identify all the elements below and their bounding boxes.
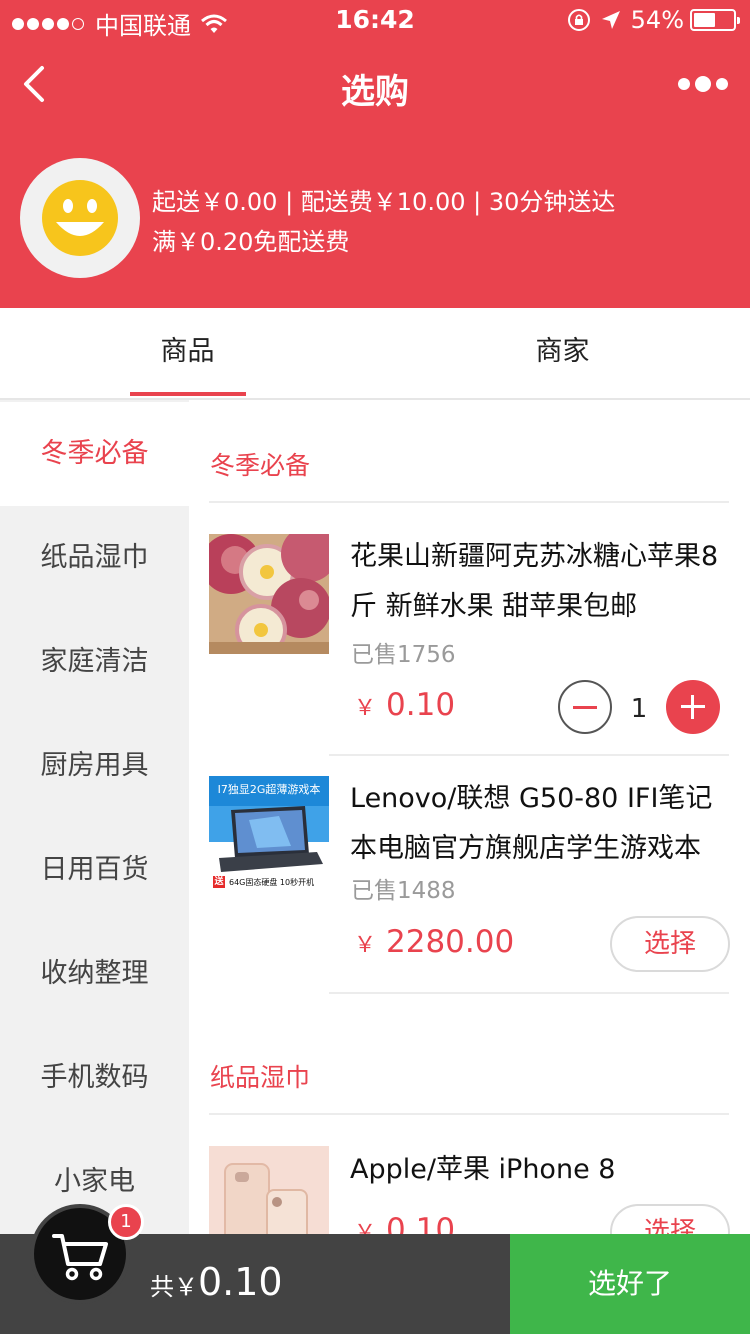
product-divider <box>329 992 729 994</box>
choose-spec-button[interactable]: 选择 <box>610 916 730 972</box>
laptop-thumb-promo: 64G固态硬盘 10秒开机 <box>229 878 315 887</box>
category-item[interactable]: 收纳整理 <box>0 922 189 1026</box>
laptop-thumb-banner: I7独显2G超薄游戏本 <box>217 783 321 796</box>
category-item[interactable]: 日用百货 <box>0 818 189 922</box>
category-item[interactable]: 手机数码 <box>0 1026 189 1130</box>
rotation-lock-icon <box>567 9 590 31</box>
location-arrow-icon <box>601 11 620 29</box>
header: 中国联通 16:42 54% 选购 起送￥0.00 | 配送费￥10.00 | … <box>0 0 750 308</box>
cart-count-badge: 1 <box>108 1204 144 1240</box>
product-image-iphone[interactable] <box>209 1146 329 1234</box>
cart-total-prefix: 共￥ <box>150 1273 198 1301</box>
shop-info-line2: 满￥0.20免配送费 <box>152 228 350 256</box>
product-list[interactable]: 冬季必备 花果山新疆阿克苏冰糖心苹果8斤 新鲜水果 甜苹果包邮 已售1756 ￥… <box>189 400 750 1234</box>
currency-symbol: ￥ <box>354 933 377 958</box>
product-price: ￥ 0.10 <box>354 1212 455 1234</box>
confirm-selection-button[interactable]: 选好了 <box>510 1234 750 1334</box>
nav-bar: 选购 <box>0 40 750 128</box>
section-title: 冬季必备 <box>210 451 311 480</box>
more-dot <box>678 78 690 90</box>
tab-shop[interactable]: 商家 <box>375 308 750 398</box>
more-button[interactable] <box>678 74 728 94</box>
more-dot <box>695 76 711 92</box>
shop-avatar[interactable] <box>20 158 140 278</box>
product-name[interactable]: Apple/苹果 iPhone 8 <box>350 1145 720 1195</box>
laptop-thumb-promo-badge: 送 <box>214 877 224 887</box>
tab-active-indicator <box>130 392 246 396</box>
price-value: 0.10 <box>386 687 456 723</box>
product-price: ￥ 0.10 <box>354 687 455 723</box>
price-value: 2280.00 <box>386 924 515 960</box>
status-right: 54% <box>567 6 740 34</box>
tab-goods[interactable]: 商品 <box>0 308 375 398</box>
tab-bar: 商品 商家 <box>0 308 750 400</box>
shop-delivery-info: 起送￥0.00 | 配送费￥10.00 | 30分钟送达 满￥0.20免配送费 <box>152 182 615 262</box>
product-price: ￥ 2280.00 <box>354 924 514 960</box>
cart-total: 共￥0.10 <box>150 1260 283 1304</box>
currency-symbol: ￥ <box>354 696 377 721</box>
category-item[interactable]: 冬季必备 <box>0 402 189 506</box>
shop-info-line1: 起送￥0.00 | 配送费￥10.00 | 30分钟送达 <box>152 188 616 216</box>
status-bar: 中国联通 16:42 54% <box>0 0 750 40</box>
product-name[interactable]: 花果山新疆阿克苏冰糖心苹果8斤 新鲜水果 甜苹果包邮 <box>350 532 720 632</box>
quantity-value: 1 <box>630 694 648 724</box>
section-title: 纸品湿巾 <box>210 1063 311 1092</box>
price-value: 0.10 <box>386 1212 456 1234</box>
category-item[interactable]: 纸品湿巾 <box>0 506 189 610</box>
section-divider <box>209 1113 729 1115</box>
choose-spec-button[interactable]: 选择 <box>610 1204 730 1234</box>
cart-total-amount: 0.10 <box>198 1260 283 1304</box>
product-divider <box>329 754 729 756</box>
battery-level-fill <box>694 13 715 27</box>
product-image-apple[interactable] <box>209 534 329 654</box>
quantity-increase-button[interactable] <box>666 680 720 734</box>
page-title: 选购 <box>341 72 409 112</box>
currency-symbol: ￥ <box>354 1221 377 1234</box>
battery-percent: 54% <box>630 6 684 34</box>
product-sold-count: 已售1488 <box>351 878 456 904</box>
battery-icon <box>690 9 740 31</box>
category-sidebar[interactable]: 冬季必备 纸品湿巾 家庭清洁 厨房用具 日用百货 收纳整理 手机数码 小家电 <box>0 400 189 1234</box>
quantity-decrease-button[interactable] <box>558 680 612 734</box>
section-divider <box>209 501 729 503</box>
more-dot <box>716 78 728 90</box>
product-sold-count: 已售1756 <box>351 642 456 668</box>
category-item[interactable]: 家庭清洁 <box>0 610 189 714</box>
product-name[interactable]: Lenovo/联想 G50-80 IFI笔记本电脑官方旗舰店学生游戏本 <box>350 774 720 874</box>
category-item[interactable]: 厨房用具 <box>0 714 189 818</box>
product-image-laptop[interactable]: I7独显2G超薄游戏本 送 64G固态硬盘 10秒开机 <box>209 776 329 896</box>
smiley-face-icon <box>42 180 118 256</box>
